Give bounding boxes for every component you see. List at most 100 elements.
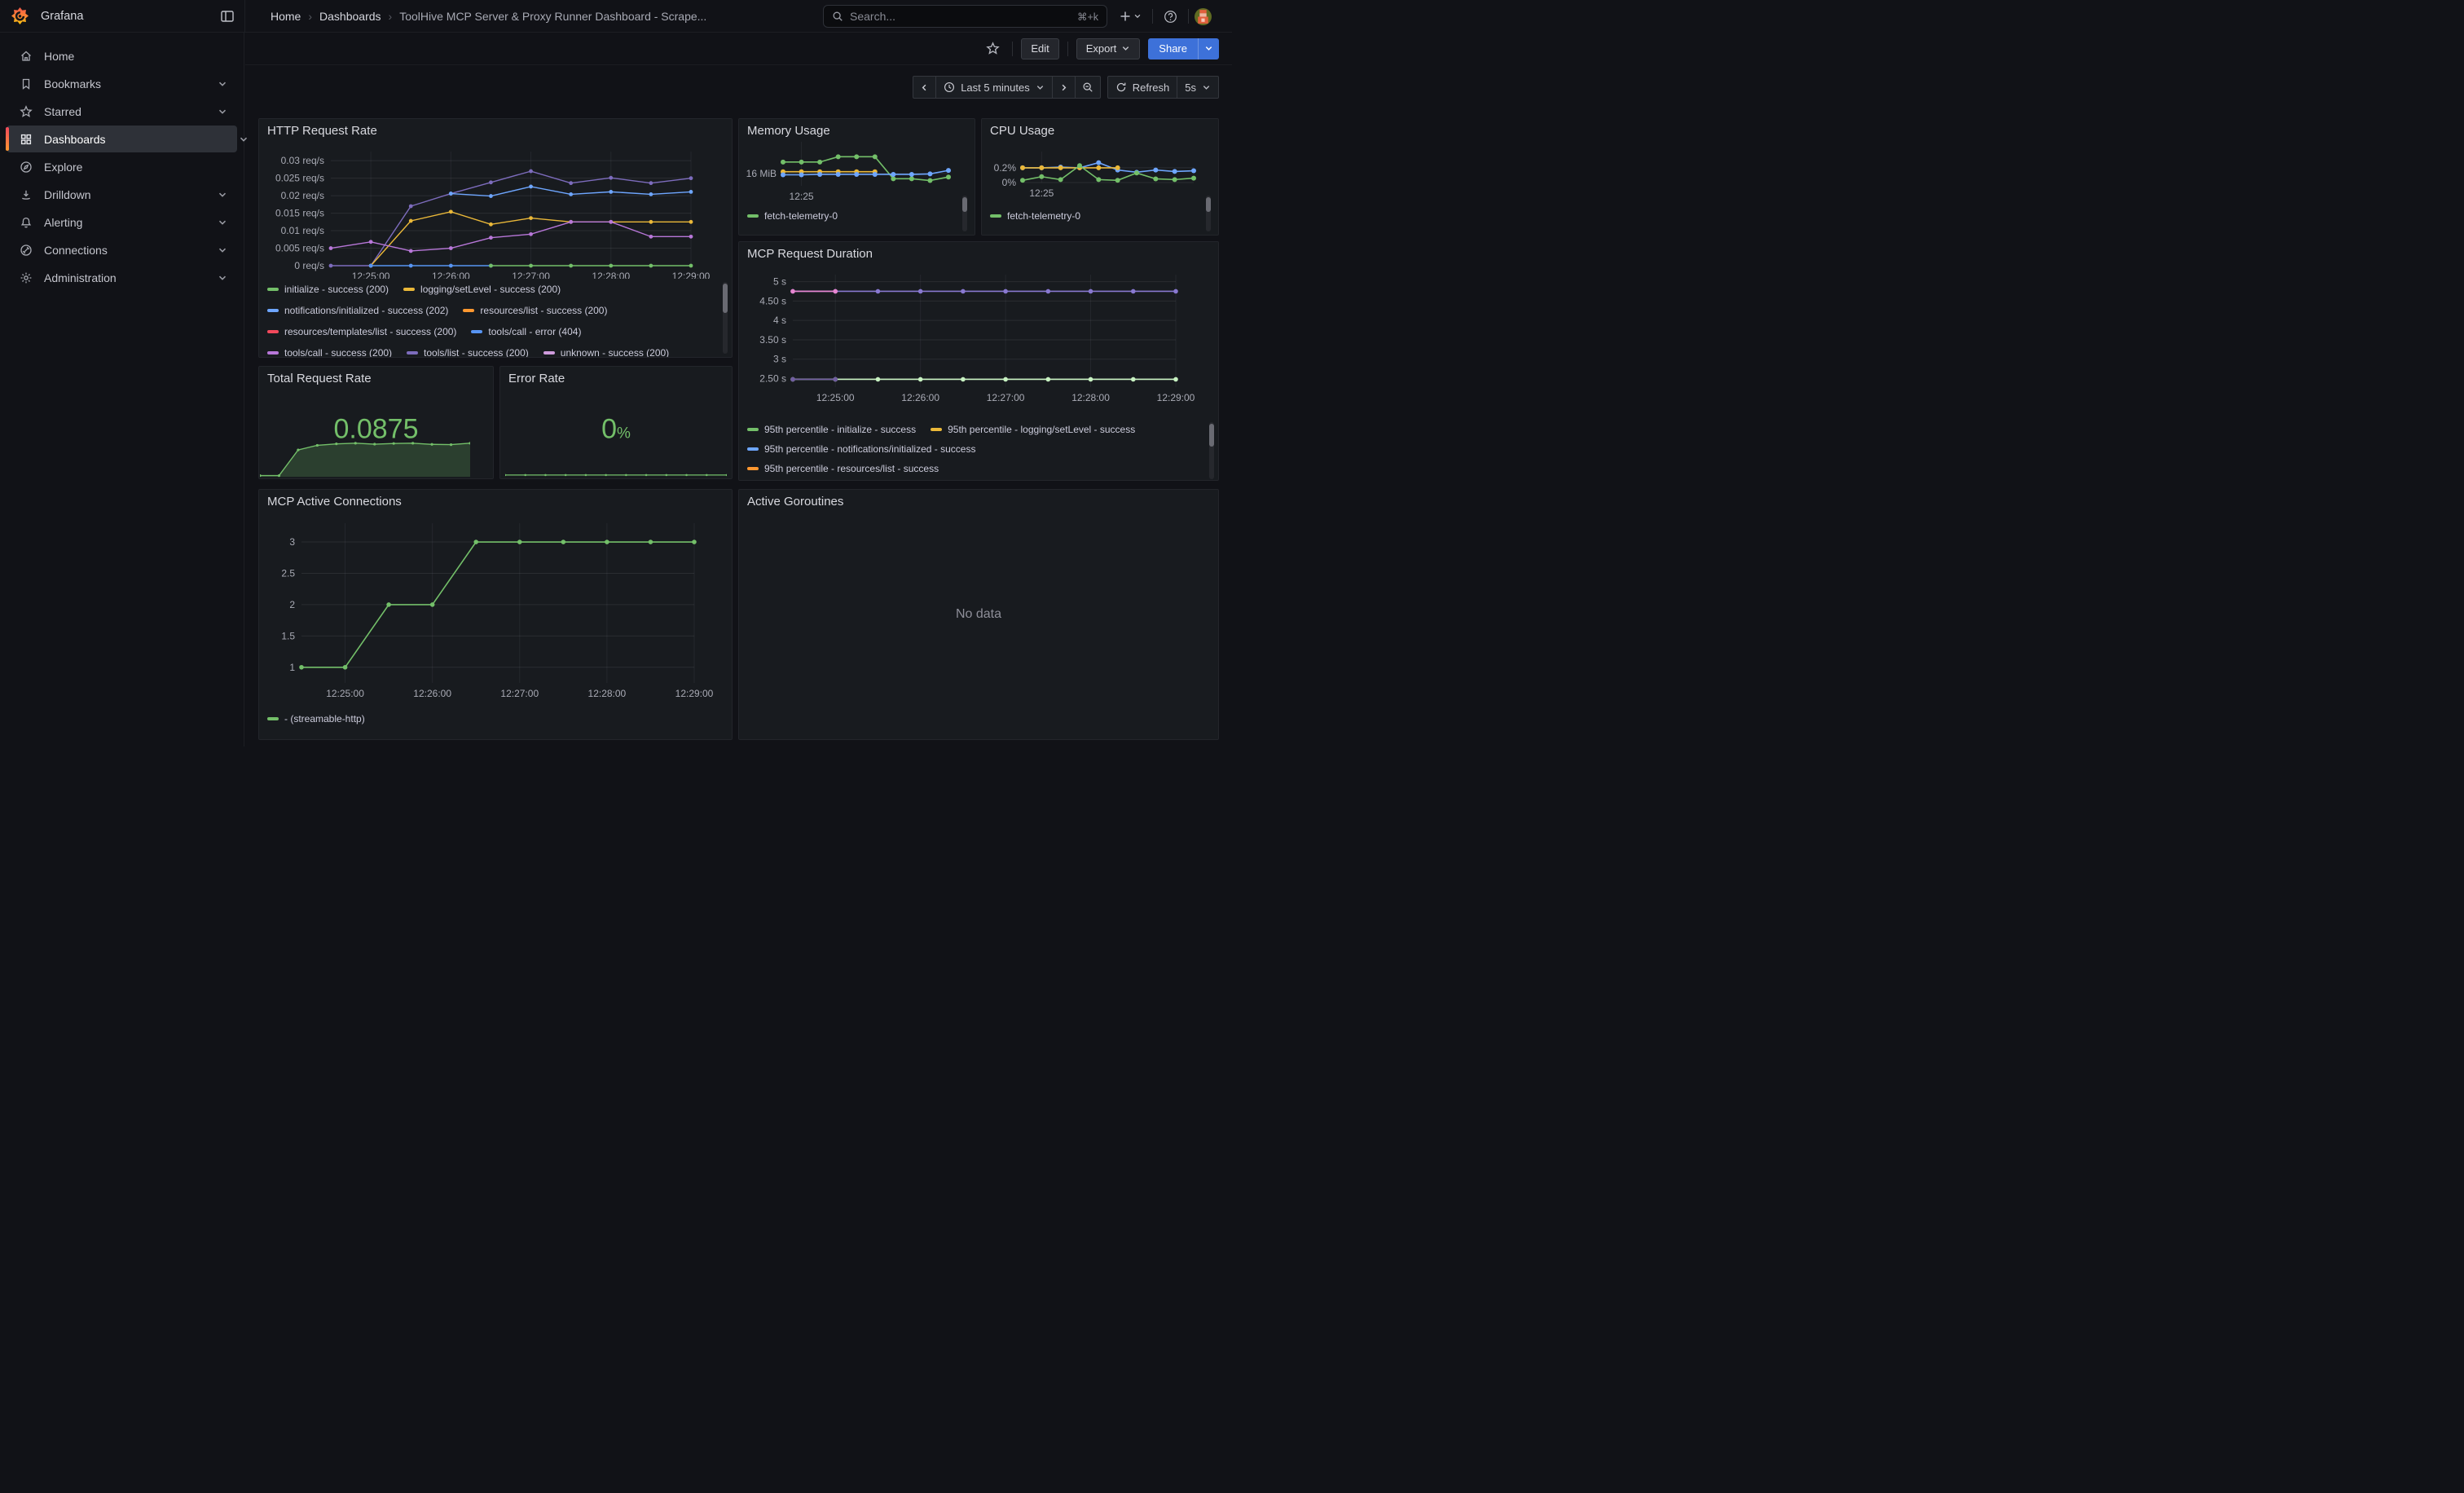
legend-label: 95th percentile - logging/setLevel - suc… [948, 424, 1135, 435]
chevron-down-icon[interactable] [218, 245, 227, 255]
legend-scrollbar[interactable] [962, 196, 967, 231]
panel-title[interactable]: Active Goroutines [747, 495, 843, 509]
chevron-down-icon[interactable] [218, 218, 227, 227]
search-input[interactable]: ⌘+k [823, 5, 1107, 28]
sidebar-item-explore[interactable]: Explore [7, 153, 237, 180]
legend-item[interactable]: 95th percentile - logging/setLevel - suc… [931, 424, 1135, 435]
legend-scrollbar[interactable] [1209, 422, 1214, 479]
legend-swatch-icon [267, 717, 279, 720]
favorite-star-icon[interactable] [981, 37, 1004, 60]
legend-item[interactable]: - (streamable-http) [267, 713, 365, 724]
refresh-icon [1115, 81, 1127, 93]
zoom-out-button[interactable] [1075, 76, 1101, 99]
time-shift-forward-button[interactable] [1052, 76, 1076, 99]
legend-item[interactable]: tools/call - error (404) [471, 326, 581, 337]
panel-title[interactable]: MCP Active Connections [267, 495, 402, 509]
panel-title[interactable]: Error Rate [508, 372, 565, 385]
chevron-down-icon[interactable] [218, 190, 227, 200]
panel-title[interactable]: Total Request Rate [267, 372, 372, 385]
panel-title[interactable]: Memory Usage [747, 124, 830, 138]
sidebar-item-label: Explore [44, 161, 82, 174]
legend-label: unknown - success (200) [561, 347, 669, 357]
sidebar-item-dashboards[interactable]: Dashboards [7, 126, 237, 152]
legend-item[interactable]: resources/list - success (200) [463, 305, 607, 316]
refresh-interval-picker[interactable]: 5s [1177, 76, 1219, 99]
search-shortcut: ⌘+k [1077, 11, 1098, 23]
share-button[interactable]: Share [1148, 38, 1198, 59]
total-request-rate-value: 0.0875 [259, 413, 493, 445]
breadcrumb-dashboards[interactable]: Dashboards [319, 10, 381, 23]
time-range-picker[interactable]: Last 5 minutes [935, 76, 1053, 99]
panel-error-rate: Error Rate 0% [499, 366, 733, 479]
legend-swatch-icon [267, 330, 279, 333]
chevron-down-icon[interactable] [239, 134, 249, 144]
toolbar-separator [1067, 42, 1068, 56]
svg-text:0.02 req/s: 0.02 req/s [281, 190, 324, 201]
dashboard-toolbar: Edit Export Share [245, 33, 1232, 65]
http-request-rate-chart[interactable]: 12:25:0012:26:0012:27:0012:28:0012:29:00… [266, 139, 727, 279]
help-icon[interactable] [1159, 5, 1182, 28]
svg-text:2.50 s: 2.50 s [759, 373, 786, 385]
svg-text:12:28:00: 12:28:00 [588, 688, 627, 699]
legend-item[interactable]: fetch-telemetry-0 [747, 210, 838, 222]
legend-label: tools/call - success (200) [284, 347, 392, 357]
chevron-down-icon[interactable] [218, 273, 227, 283]
export-button[interactable]: Export [1076, 38, 1141, 59]
legend-item[interactable]: 95th percentile - notifications/initiali… [747, 443, 975, 455]
sidebar-item-label: Alerting [44, 216, 82, 229]
add-button[interactable] [1115, 5, 1146, 28]
gear-icon [20, 271, 33, 284]
legend-swatch-icon [267, 309, 279, 312]
sidebar-item-drilldown[interactable]: Drilldown [7, 181, 237, 208]
breadcrumb-home[interactable]: Home [271, 10, 301, 23]
mcp-request-duration-chart[interactable]: 12:25:0012:26:0012:27:0012:28:0012:29:00… [744, 263, 1215, 418]
chevron-down-icon[interactable] [218, 107, 227, 117]
refresh-group: Refresh 5s [1107, 76, 1219, 99]
chevron-down-icon [1121, 44, 1130, 53]
share-button-group: Share [1148, 38, 1219, 59]
cpu-usage-chart[interactable]: 12:250.2%0% [987, 137, 1215, 204]
legend-swatch-icon [463, 309, 474, 312]
legend-item[interactable]: unknown - success (200) [543, 347, 669, 357]
legend-item[interactable]: resources/templates/list - success (200) [267, 326, 456, 337]
search-field[interactable] [850, 10, 1071, 23]
share-menu-chevron-icon[interactable] [1198, 38, 1219, 59]
legend-item[interactable]: tools/list - success (200) [407, 347, 529, 357]
svg-text:3 s: 3 s [773, 354, 786, 365]
sidebar-item-connections[interactable]: Connections [7, 236, 237, 263]
sidebar-item-home[interactable]: Home [7, 42, 237, 69]
refresh-button[interactable]: Refresh [1107, 76, 1178, 99]
legend-scrollbar[interactable] [723, 282, 728, 354]
legend-item[interactable]: notifications/initialized - success (202… [267, 305, 448, 316]
sidebar-item-starred[interactable]: Starred [7, 98, 237, 125]
time-shift-back-button[interactable] [913, 76, 936, 99]
legend-item[interactable]: fetch-telemetry-0 [990, 210, 1080, 222]
sidebar-toggle-icon[interactable] [220, 9, 235, 24]
svg-text:0.2%: 0.2% [994, 162, 1017, 174]
memory-usage-chart[interactable]: 12:2516 MiB [744, 137, 971, 204]
legend-item[interactable]: initialize - success (200) [267, 284, 389, 295]
panel-title[interactable]: CPU Usage [990, 124, 1054, 138]
legend-swatch-icon [407, 351, 418, 355]
sidebar-item-administration[interactable]: Administration [7, 264, 237, 291]
legend-item[interactable]: tools/call - success (200) [267, 347, 392, 357]
svg-text:12:26:00: 12:26:00 [432, 271, 470, 279]
sidebar-item-alerting[interactable]: Alerting [7, 209, 237, 236]
legend-item[interactable]: logging/setLevel - success (200) [403, 284, 561, 295]
nav-actions [1115, 5, 1212, 28]
chevron-down-icon[interactable] [218, 79, 227, 89]
mcp-active-connections-chart[interactable]: 12:25:0012:26:0012:27:0012:28:0012:29:00… [266, 511, 727, 705]
avatar[interactable] [1195, 8, 1212, 25]
legend-item[interactable]: 95th percentile - resources/list - succe… [747, 463, 939, 474]
svg-text:0 req/s: 0 req/s [294, 260, 324, 271]
legend-swatch-icon [471, 330, 482, 333]
panel-title[interactable]: MCP Request Duration [747, 247, 873, 261]
sidebar-item-label: Home [44, 50, 74, 63]
legend-scrollbar[interactable] [1206, 196, 1211, 231]
panel-title[interactable]: HTTP Request Rate [267, 124, 377, 138]
svg-text:12:29:00: 12:29:00 [675, 688, 714, 699]
edit-button[interactable]: Edit [1021, 38, 1058, 59]
legend-item[interactable]: 95th percentile - initialize - success [747, 424, 916, 435]
sidebar-item-bookmarks[interactable]: Bookmarks [7, 70, 237, 97]
svg-text:12:25: 12:25 [1029, 187, 1054, 199]
